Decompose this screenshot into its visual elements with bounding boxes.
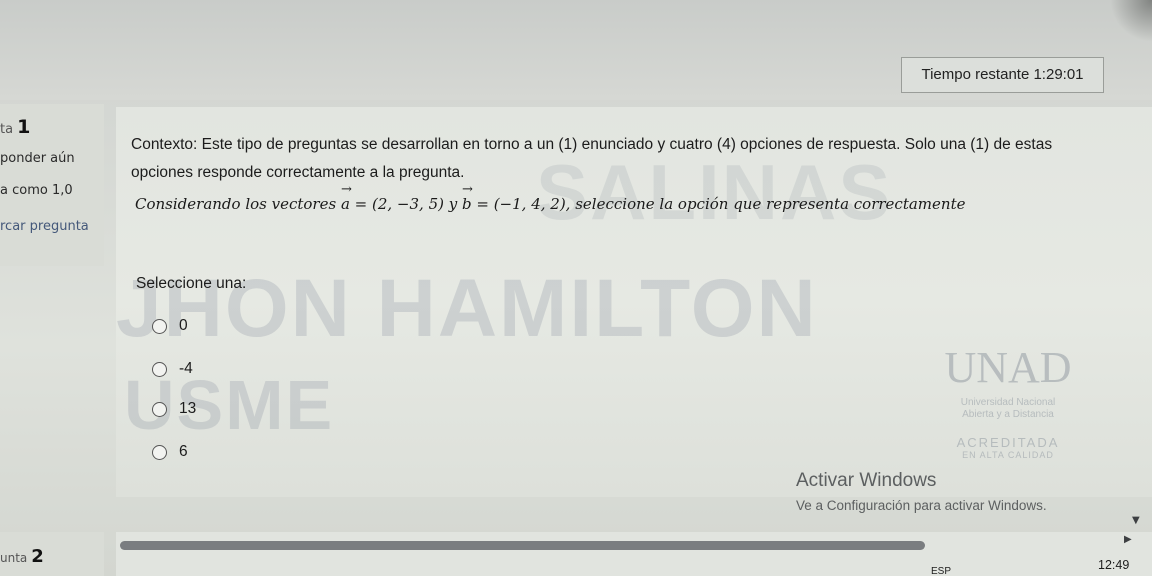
radio-button[interactable] (152, 444, 167, 460)
answer-option-label: 6 (179, 443, 188, 460)
radio-button[interactable] (152, 318, 167, 334)
next-question-info-panel: unta 2 (0, 532, 104, 576)
triangle-right-icon[interactable]: ▶ (1124, 535, 1132, 545)
question-status: ponder aún (0, 151, 75, 166)
vector-a: a (341, 182, 350, 213)
statement-before: Considerando los vectores (135, 195, 341, 213)
next-question-value: 2 (31, 546, 44, 567)
timer-label: Tiempo restante (921, 66, 1030, 83)
radio-button[interactable] (152, 361, 167, 377)
next-question-number: unta 2 (0, 546, 44, 567)
timer-box: Tiempo restante 1:29:01 (901, 57, 1104, 93)
timer-value: 1:29:01 (1033, 66, 1084, 83)
taskbar-language[interactable]: ESP (931, 566, 951, 576)
answer-option-4[interactable]: 6 (152, 442, 188, 462)
unad-logo-sub1: Universidad Nacional (960, 397, 1056, 408)
vector-a-value: = (2, −3, 5) y (349, 195, 462, 213)
vector-b: b (462, 182, 472, 213)
next-question-prefix: unta (0, 551, 28, 565)
question-number-prefix: ta (0, 122, 14, 137)
flag-question-link[interactable]: rcar pregunta (0, 219, 89, 234)
answer-option-3[interactable]: 13 (152, 399, 196, 419)
answer-option-label: 0 (179, 317, 188, 334)
unad-logo-sub2: Abierta y a Distancia (962, 409, 1054, 420)
windows-activation-notice: Activar Windows Ve a Configuración para … (796, 470, 1047, 513)
answer-option-label: 13 (179, 400, 197, 417)
unad-logo-quality: EN ALTA CALIDAD (962, 450, 1054, 460)
windows-activation-subtitle: Ve a Configuración para activar Windows. (796, 498, 1047, 513)
triangle-down-icon[interactable]: ▼ (1132, 516, 1140, 526)
unad-logo-mark: UNAD (944, 343, 1072, 392)
question-score: a como 1,0 (0, 183, 73, 198)
question-number: ta 1 (0, 116, 30, 138)
question-number-value: 1 (17, 116, 31, 138)
photo-shadow (1110, 0, 1152, 42)
unad-logo: UNAD Universidad Nacional Abierta y a Di… (938, 325, 1078, 460)
next-question-content (116, 532, 1152, 576)
answer-option-2[interactable]: -4 (152, 359, 193, 379)
answer-option-1[interactable]: 0 (152, 316, 188, 336)
question-content: SALINAS JHON HAMILTON USME Contexto: Est… (116, 107, 1152, 497)
question-context: Contexto: Este tipo de preguntas se desa… (131, 136, 1053, 181)
question-statement: Considerando los vectores a = (2, −3, 5)… (135, 182, 1152, 213)
windows-activation-title: Activar Windows (796, 470, 937, 491)
answer-option-label: -4 (179, 360, 193, 377)
vector-b-value: = (−1, 4, 2), (471, 195, 576, 213)
question-info-panel: ta 1 ponder aún a como 1,0 rcar pregunta (0, 104, 104, 266)
horizontal-scrollbar[interactable] (120, 541, 925, 550)
statement-after: seleccione la opción que representa corr… (575, 195, 966, 213)
radio-button[interactable] (152, 401, 167, 417)
taskbar-clock[interactable]: 12:49 (1098, 558, 1129, 572)
unad-logo-accredited: ACREDITADA (956, 435, 1060, 450)
select-one-label: Seleccione una: (136, 275, 247, 292)
